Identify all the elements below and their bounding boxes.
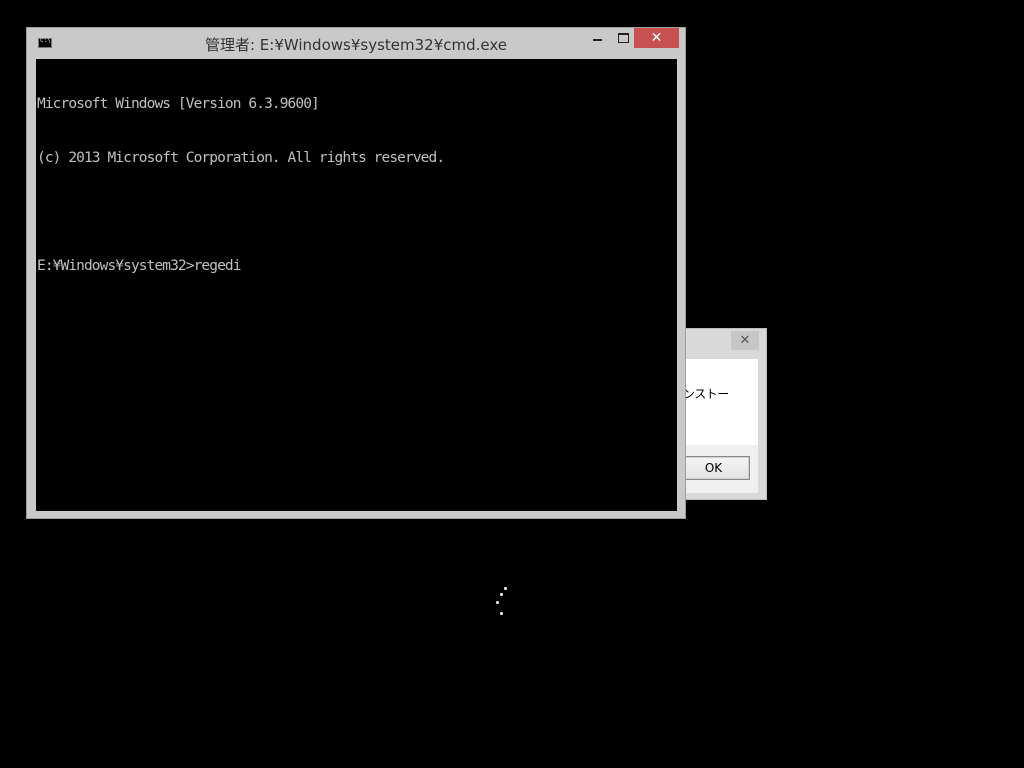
dialog-message: ンストー <box>683 387 729 401</box>
maximize-button[interactable] <box>610 28 636 48</box>
ok-button[interactable]: OK <box>677 456 750 480</box>
console-line: (c) 2013 Microsoft Corporation. All righ… <box>37 150 445 166</box>
minimize-icon <box>592 39 602 41</box>
dialog-close-button[interactable]: ✕ <box>731 331 759 350</box>
cmd-titlebar[interactable]: 管理者: E:¥Windows¥system32¥cmd.exe ✕ <box>27 28 685 59</box>
console-line: Microsoft Windows [Version 6.3.9600] <box>37 96 320 112</box>
close-icon: ✕ <box>739 333 751 348</box>
close-button[interactable]: ✕ <box>634 28 679 48</box>
console-prompt-line[interactable]: E:¥Windows¥system32>regedi <box>37 257 677 275</box>
busy-spinner-icon <box>490 584 514 620</box>
close-icon: ✕ <box>650 30 663 46</box>
desktop: ✕ ンストー OK 管理者: E:¥Windows¥system32¥cmd.e… <box>0 0 1024 768</box>
maximize-icon <box>617 33 629 43</box>
cmd-window: 管理者: E:¥Windows¥system32¥cmd.exe ✕ Micro… <box>26 27 686 519</box>
minimize-button[interactable] <box>584 28 610 48</box>
console-output[interactable]: Microsoft Windows [Version 6.3.9600] (c)… <box>36 59 677 511</box>
